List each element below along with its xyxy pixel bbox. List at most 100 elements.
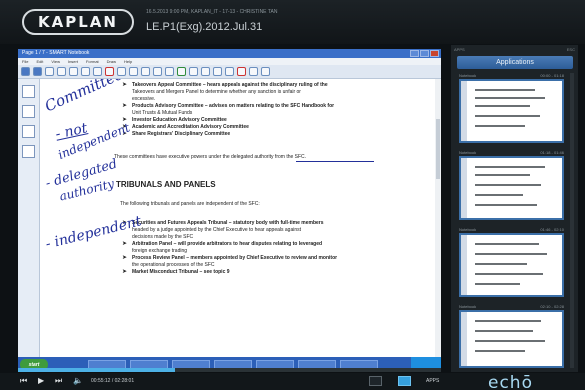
layout-single-icon[interactable] xyxy=(369,376,382,386)
thumb-line xyxy=(475,340,545,342)
thumb-line xyxy=(475,253,547,255)
player-controls: ⏮ ▶ ⏭ 🔈 00:55:12 / 02:28:01 APPS echō xyxy=(0,373,585,390)
thumb-line xyxy=(475,184,541,186)
thumb-sidebar xyxy=(461,81,467,141)
recording-meta: 16.5.2013 9:00 PM, KAPLAN_IT - 17-13 - C… xyxy=(146,9,278,15)
fast-forward-icon[interactable]: ⏭ xyxy=(55,376,62,386)
tribunal-line: Securities and Futures Appeals Tribunal … xyxy=(132,220,324,226)
bullet-arrow-icon: ➤ xyxy=(122,269,128,275)
gallery-icon xyxy=(22,105,35,118)
summary-line: These committees have executive powers u… xyxy=(114,154,307,160)
lecture-title: LE.P1(Exg).2012.Jul.31 xyxy=(146,21,263,33)
thumb-line xyxy=(475,174,530,176)
page-scrollbar xyxy=(435,79,441,357)
thumb-sidebar xyxy=(461,312,467,366)
committee-line: Share Registrars' Disciplinary Committee xyxy=(132,131,231,137)
highlighter-icon xyxy=(189,67,198,76)
app-titlebar: Page 1 / 7 - SMART Notebook xyxy=(18,49,441,58)
tribunal-line: foreign exchange trading xyxy=(132,248,188,254)
thumb-label: Notebook 00:00 - 01:18 xyxy=(459,73,564,78)
capture-icon xyxy=(153,67,162,76)
panel-scrollbar[interactable] xyxy=(570,73,574,368)
back-icon xyxy=(21,67,30,76)
thumb-label-right: 01:18 - 01:46 xyxy=(540,150,564,155)
thumb-line xyxy=(475,204,537,206)
handwriting-committees: Committees xyxy=(42,79,133,116)
thumb-line xyxy=(475,283,520,285)
committee-line: Academic and Accreditation Advisory Comm… xyxy=(132,124,249,130)
tribunal-line: Market Misconduct Tribunal – see topic 9 xyxy=(132,269,230,275)
menu-format: Format xyxy=(85,59,99,64)
apps-panel: APPS ESC Applications Notebook 00:00 - 0… xyxy=(451,45,578,372)
menu-file: File xyxy=(22,59,29,64)
committee-line: excessive. xyxy=(132,96,156,102)
section-heading: TRIBUNALS AND PANELS xyxy=(116,180,216,189)
thumb-label-right: 01:46 - 02:10 xyxy=(540,227,564,232)
attachments-icon xyxy=(22,125,35,138)
app-window-title: Page 1 / 7 - SMART Notebook xyxy=(22,50,90,56)
apps-toggle[interactable]: APPS xyxy=(426,378,439,384)
screen-icon xyxy=(117,67,126,76)
tribunal-line: headed by a judge appointed by the Chief… xyxy=(132,227,302,233)
layout-dual-icon[interactable] xyxy=(398,376,411,386)
bullet-arrow-icon: ➤ xyxy=(122,103,128,109)
thumb-label-left: Notebook xyxy=(459,73,477,78)
menu-view: View xyxy=(51,59,60,64)
notebook-page: ➤ Takeovers Appeal Committee – hears app… xyxy=(40,79,441,357)
paste-icon xyxy=(81,67,90,76)
echo-logo: echō xyxy=(488,373,533,390)
tribunal-line: Arbitration Panel – will provide arbitra… xyxy=(132,241,323,247)
open-icon xyxy=(57,67,66,76)
forward-icon xyxy=(33,67,42,76)
text-icon xyxy=(237,67,246,76)
menu-help: Help xyxy=(124,59,133,64)
close-icon xyxy=(430,50,439,57)
pen-icon xyxy=(177,67,186,76)
tribunal-line: decisions made by the SFC xyxy=(132,234,194,240)
page-sorter-icon xyxy=(22,85,35,98)
rewind-icon[interactable]: ⏮ xyxy=(20,376,27,386)
thumb-label-left: Notebook xyxy=(459,150,477,155)
properties-icon xyxy=(261,67,270,76)
panel-header-right[interactable]: ESC xyxy=(567,47,575,52)
thumb-line xyxy=(475,320,541,322)
fill-icon xyxy=(249,67,258,76)
slide-thumbnail[interactable] xyxy=(459,156,564,220)
page-scroll-thumb xyxy=(436,119,440,179)
page-icon xyxy=(45,67,54,76)
volume-icon[interactable]: 🔈 xyxy=(73,376,83,385)
presentation-screen: Page 1 / 7 - SMART Notebook File Edit Vi… xyxy=(18,49,441,372)
slide-thumbnail[interactable] xyxy=(459,233,564,297)
eraser-icon xyxy=(201,67,210,76)
properties-tab-icon xyxy=(22,145,35,158)
panel-header: APPS ESC xyxy=(451,45,578,54)
line-icon xyxy=(213,67,222,76)
time-display: 00:55:12 / 02:28:01 xyxy=(91,378,135,384)
minimize-icon xyxy=(410,50,419,57)
table-icon xyxy=(129,67,138,76)
applications-tab[interactable]: Applications xyxy=(457,56,573,69)
thumb-label-left: Notebook xyxy=(459,227,477,232)
display-icon xyxy=(141,67,150,76)
committee-line: Unit Trusts & Mutual Funds xyxy=(132,110,193,116)
thumb-line xyxy=(475,194,523,196)
app-menubar: File Edit View Insert Format Draw Help xyxy=(18,58,441,65)
thumb-line xyxy=(475,89,535,91)
committee-line: Takeovers and Mergers Panel to determine… xyxy=(132,89,301,95)
committee-line: Takeovers Appeal Committee – hears appea… xyxy=(132,82,328,88)
progress-track[interactable] xyxy=(18,368,441,372)
undo-icon xyxy=(93,67,102,76)
app-toolbar xyxy=(18,65,441,79)
delete-icon xyxy=(105,67,114,76)
thumb-line xyxy=(475,105,530,107)
handwritten-underline xyxy=(296,161,374,162)
thumb-line xyxy=(475,330,533,332)
slide-thumbnail[interactable] xyxy=(459,310,564,368)
slide-thumbnail[interactable] xyxy=(459,79,564,143)
menu-draw: Draw xyxy=(106,59,116,64)
play-icon[interactable]: ▶ xyxy=(38,376,44,385)
save-icon xyxy=(69,67,78,76)
thumb-label: Notebook 01:18 - 01:46 xyxy=(459,150,564,155)
bullet-arrow-icon: ➤ xyxy=(122,241,128,247)
tribunal-line: the operational processes of the SFC xyxy=(132,262,215,268)
